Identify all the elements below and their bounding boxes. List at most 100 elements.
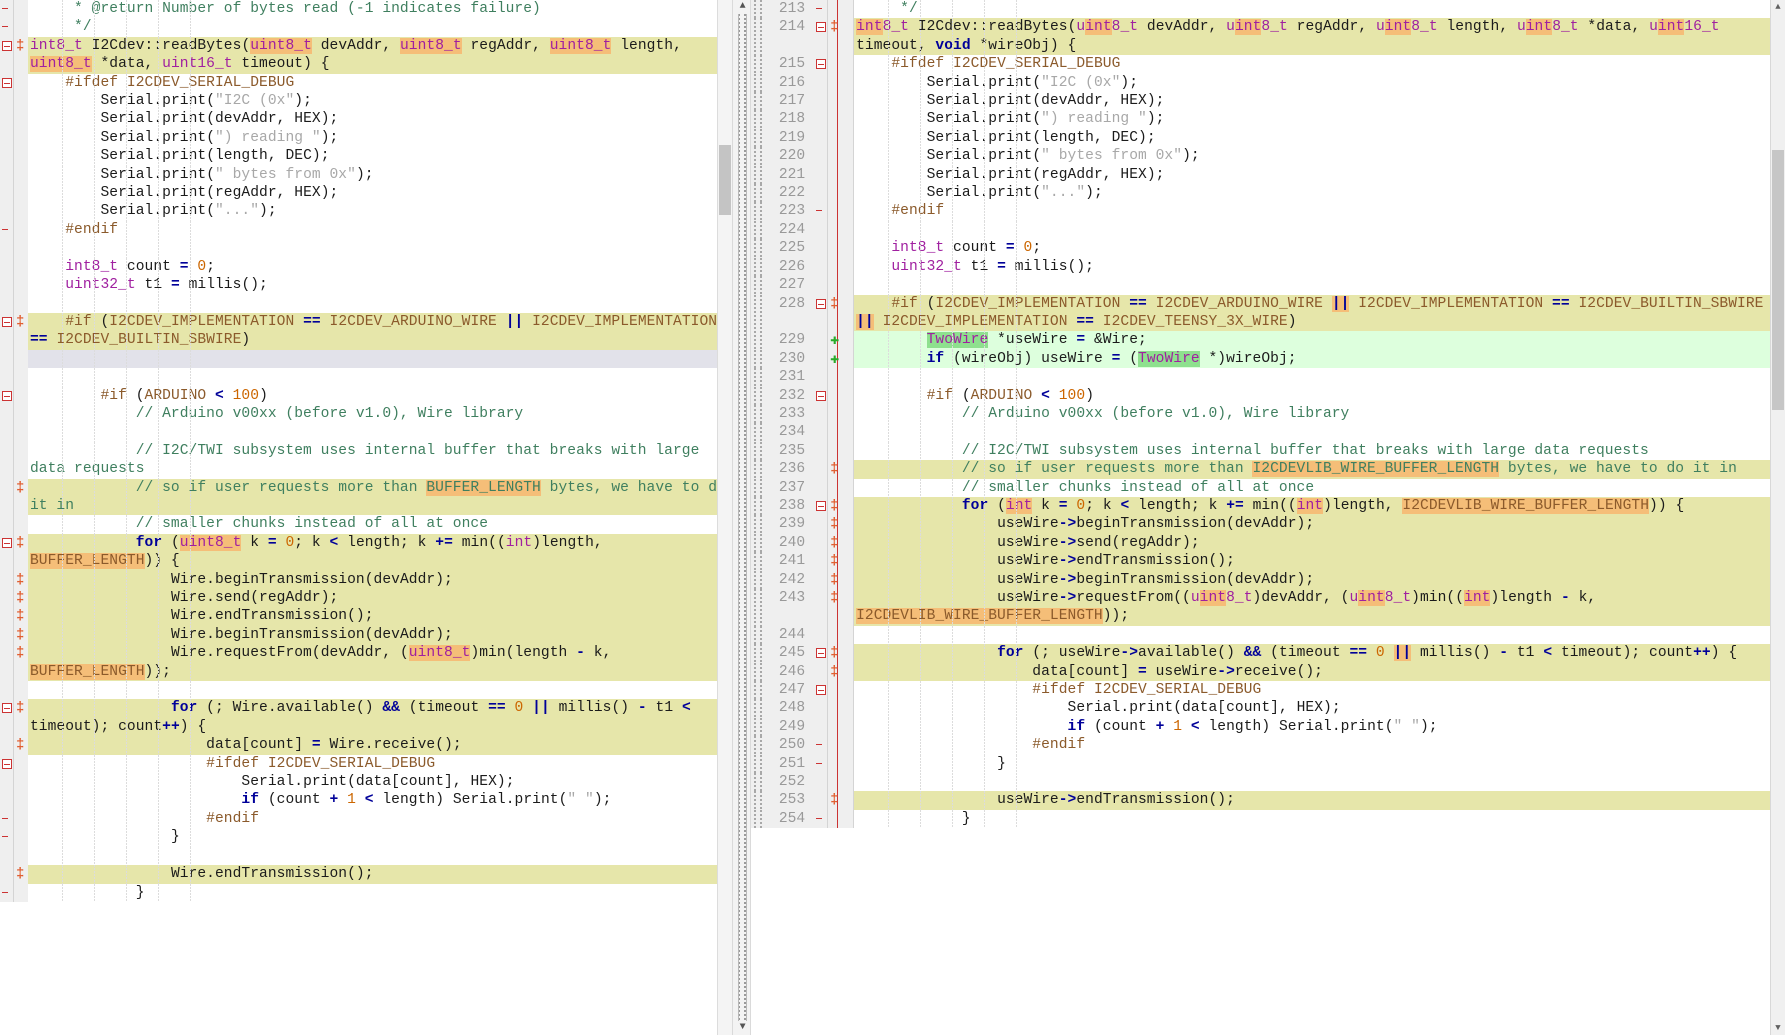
fold-collapse-icon[interactable] xyxy=(2,316,12,327)
fold-collapse-icon[interactable] xyxy=(2,703,12,714)
fold-gutter[interactable] xyxy=(814,423,829,442)
scroll-up-arrow-icon[interactable]: ▲ xyxy=(1771,0,1785,14)
right-scrollbar-thumb[interactable] xyxy=(1772,150,1784,410)
left-vertical-scrollbar[interactable] xyxy=(717,0,733,1035)
fold-gutter[interactable] xyxy=(814,294,829,332)
change-marker-gutter[interactable] xyxy=(828,441,843,461)
code-line-row[interactable]: 236 ‡ // so if user requests more than I2… xyxy=(751,460,1785,479)
fold-gutter[interactable] xyxy=(0,515,14,534)
change-marker-gutter[interactable]: ‡ xyxy=(828,533,843,553)
changed-line-marker-icon[interactable]: ‡ xyxy=(830,665,838,679)
code-line-text[interactable]: useWire->endTransmission(); xyxy=(854,791,1785,810)
change-marker-gutter[interactable]: ‡ xyxy=(828,644,843,663)
change-marker-gutter[interactable]: ‡ xyxy=(14,865,28,884)
code-line-text[interactable] xyxy=(854,423,1785,442)
change-marker-gutter[interactable] xyxy=(14,202,28,221)
change-marker-gutter[interactable]: ‡ xyxy=(828,552,843,571)
fold-gutter[interactable] xyxy=(814,791,829,810)
code-line-text[interactable]: uint32_t t1 = millis(); xyxy=(28,276,732,295)
code-line-text[interactable] xyxy=(854,368,1785,387)
code-line-text[interactable]: #if (I2CDEV_IMPLEMENTATION == I2CDEV_ARD… xyxy=(854,294,1785,332)
fold-gutter[interactable] xyxy=(814,589,829,626)
fold-gutter[interactable] xyxy=(814,239,829,258)
code-line-row[interactable]: 221 Serial.print(regAddr, HEX); xyxy=(751,165,1785,185)
code-line-text[interactable]: Serial.print(data[count], HEX); xyxy=(854,699,1785,718)
code-line-row[interactable]: #ifdef I2CDEV_SERIAL_DEBUG xyxy=(0,73,733,93)
code-line-row[interactable]: ‡ Wire.beginTransmission(devAddr); xyxy=(0,570,733,589)
code-line-text[interactable]: #endif xyxy=(28,809,732,829)
code-line-text[interactable] xyxy=(854,625,1785,645)
code-line-row[interactable] xyxy=(0,423,733,442)
code-line-row[interactable]: 213 */ xyxy=(751,0,1785,19)
change-marker-gutter[interactable] xyxy=(14,386,28,405)
code-line-text[interactable]: Serial.print(length, DEC); xyxy=(854,128,1785,148)
code-line-row[interactable]: int8_t count = 0; xyxy=(0,257,733,277)
change-marker-gutter[interactable] xyxy=(14,276,28,295)
changed-line-marker-icon[interactable]: ‡ xyxy=(830,536,838,550)
code-line-text[interactable]: #ifdef I2CDEV_SERIAL_DEBUG xyxy=(854,55,1785,74)
change-marker-gutter[interactable]: ‡ xyxy=(828,496,843,516)
change-marker-gutter[interactable] xyxy=(14,791,28,810)
code-line-text[interactable]: uint32_t t1 = millis(); xyxy=(854,257,1785,277)
fold-gutter[interactable] xyxy=(0,570,14,589)
change-marker-gutter[interactable]: ‡ xyxy=(14,736,28,755)
code-line-row[interactable]: 247 #ifdef I2CDEV_SERIAL_DEBUG xyxy=(751,681,1785,700)
code-line-row[interactable]: ‡ data[count] = Wire.receive(); xyxy=(0,736,733,755)
code-line-row[interactable]: ‡ Wire.endTransmission(); xyxy=(0,865,733,884)
code-line-row[interactable]: ‡ Wire.send(regAddr); xyxy=(0,589,733,608)
code-line-text[interactable]: for (int k = 0; k < length; k += min((in… xyxy=(854,496,1785,516)
code-line-text[interactable]: Serial.print("I2C (0x"); xyxy=(854,73,1785,93)
code-line-row[interactable]: 235 // I2C/TWI subsystem uses internal b… xyxy=(751,441,1785,461)
code-line-text[interactable] xyxy=(854,220,1785,240)
code-line-row[interactable]: 242 ‡ useWire->beginTransmission(devAddr)… xyxy=(751,570,1785,589)
code-line-text[interactable]: for (uint8_t k = 0; k < length; k += min… xyxy=(28,533,732,571)
fold-gutter[interactable] xyxy=(0,257,14,277)
fold-gutter[interactable] xyxy=(814,55,829,74)
code-line-text[interactable]: data[count] = useWire->receive(); xyxy=(854,662,1785,682)
fold-gutter[interactable] xyxy=(814,73,829,93)
code-line-row[interactable]: Serial.print("..."); xyxy=(0,202,733,221)
code-line-text[interactable]: if (wireObj) useWire = (TwoWire *)wireOb… xyxy=(854,349,1785,369)
fold-gutter[interactable] xyxy=(814,662,829,682)
fold-gutter[interactable] xyxy=(0,736,14,755)
change-marker-gutter[interactable]: ‡ xyxy=(828,589,843,626)
code-line-text[interactable]: } xyxy=(28,828,732,847)
fold-gutter[interactable] xyxy=(814,368,829,387)
code-line-text[interactable]: Serial.print(" bytes from 0x"); xyxy=(854,147,1785,166)
code-line-text[interactable]: #ifdef I2CDEV_SERIAL_DEBUG xyxy=(28,754,732,774)
changed-line-marker-icon[interactable]: ‡ xyxy=(16,536,24,550)
code-line-row[interactable]: Serial.print(data[count], HEX); xyxy=(0,773,733,792)
change-marker-gutter[interactable] xyxy=(828,202,843,221)
code-line-text[interactable] xyxy=(854,773,1785,792)
change-marker-gutter[interactable] xyxy=(14,681,28,700)
change-marker-gutter[interactable]: ‡ xyxy=(14,699,28,737)
fold-gutter[interactable] xyxy=(0,607,14,626)
code-line-text[interactable]: #endif xyxy=(28,220,732,240)
change-marker-gutter[interactable] xyxy=(14,0,28,19)
fold-gutter[interactable] xyxy=(0,681,14,700)
change-marker-gutter[interactable] xyxy=(14,404,28,424)
code-line-text[interactable]: data[count] = Wire.receive(); xyxy=(28,736,732,755)
code-line-text[interactable]: Serial.print("I2C (0x"); xyxy=(28,92,732,111)
code-line-text[interactable]: // smaller chunks instead of all at once xyxy=(854,478,1785,497)
code-line-row[interactable]: ‡ for (; Wire.available() && (timeout ==… xyxy=(0,699,733,737)
code-line-text[interactable]: Serial.print(devAddr, HEX); xyxy=(28,110,732,129)
code-line-text[interactable]: #ifdef I2CDEV_SERIAL_DEBUG xyxy=(854,681,1785,700)
code-line-row[interactable]: 215 #ifdef I2CDEV_SERIAL_DEBUG xyxy=(751,55,1785,74)
code-line-text[interactable]: // so if user requests more than I2CDEVL… xyxy=(854,460,1785,479)
code-line-row[interactable] xyxy=(0,368,733,387)
fold-gutter[interactable] xyxy=(0,312,14,350)
change-marker-gutter[interactable] xyxy=(828,717,843,737)
code-line-row[interactable]: uint32_t t1 = millis(); xyxy=(0,276,733,295)
change-marker-gutter[interactable]: ‡ xyxy=(828,294,843,332)
change-marker-gutter[interactable] xyxy=(14,257,28,277)
added-line-marker-icon[interactable]: ✚ xyxy=(830,333,839,348)
fold-gutter[interactable] xyxy=(0,441,14,479)
changed-line-marker-icon[interactable]: ‡ xyxy=(16,646,24,660)
code-line-text[interactable]: #ifdef I2CDEV_SERIAL_DEBUG xyxy=(28,73,732,93)
changed-line-marker-icon[interactable]: ‡ xyxy=(830,462,838,476)
fold-gutter[interactable] xyxy=(814,773,829,792)
changed-line-marker-icon[interactable]: ‡ xyxy=(830,499,838,513)
change-marker-gutter[interactable] xyxy=(14,828,28,847)
change-marker-gutter[interactable] xyxy=(828,699,843,718)
